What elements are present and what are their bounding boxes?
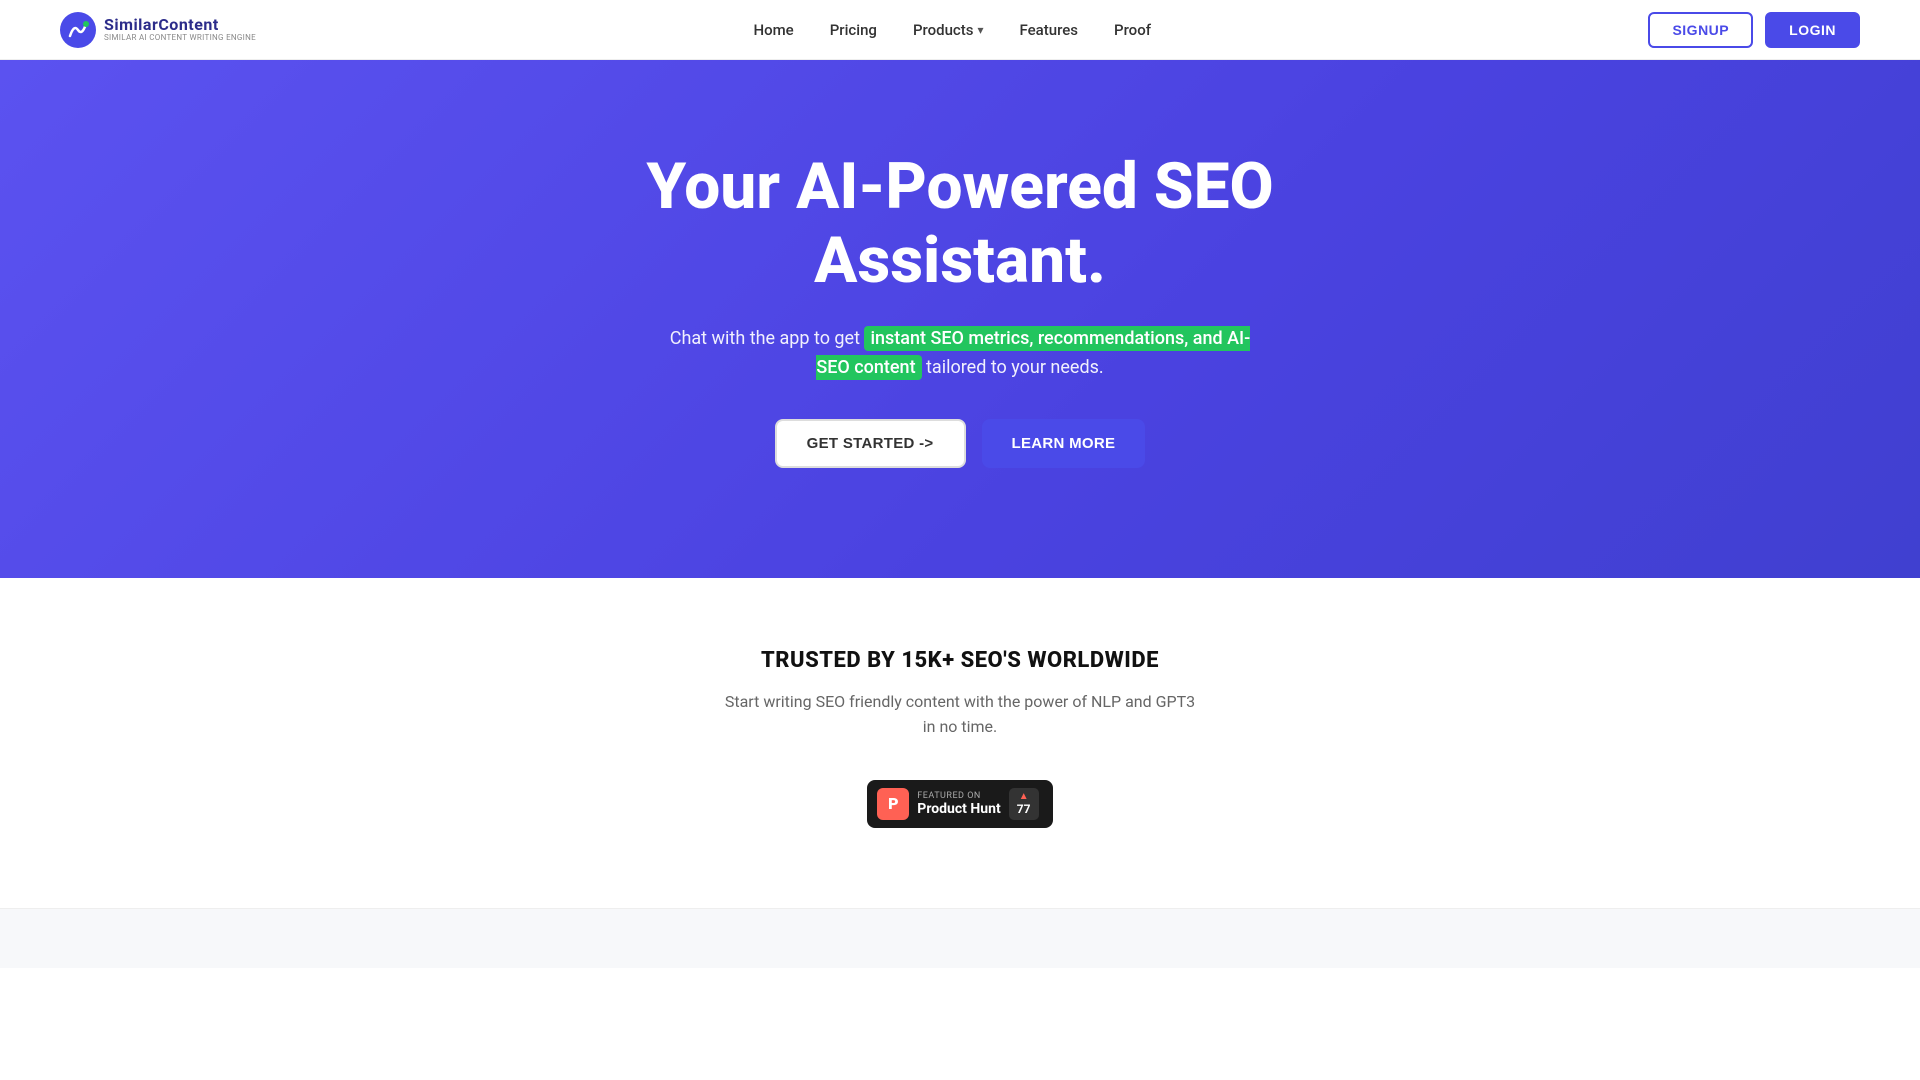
login-button[interactable]: LOGIN (1765, 12, 1860, 48)
nav-link-products[interactable]: Products (913, 21, 984, 39)
logo-text: SimilarContent SIMILAR AI CONTENT WRITIN… (104, 16, 256, 42)
nav-auth-buttons: SIGNUP LOGIN (1648, 12, 1860, 48)
logo-icon (60, 12, 96, 48)
trusted-subtext: Start writing SEO friendly content with … (710, 689, 1210, 740)
hero-subtitle-after: tailored to your needs. (922, 357, 1104, 378)
hero-cta-buttons: GET STARTED -> LEARN MORE (775, 419, 1146, 468)
learn-more-button[interactable]: LEARN MORE (982, 419, 1146, 468)
product-hunt-votes: ▲ 77 (1009, 788, 1039, 820)
navbar: SimilarContent SIMILAR AI CONTENT WRITIN… (0, 0, 1920, 60)
trusted-sub-line2: in no time. (923, 717, 997, 736)
nav-link-home[interactable]: Home (753, 21, 793, 39)
product-hunt-count: 77 (1017, 802, 1031, 816)
nav-link-pricing[interactable]: Pricing (830, 21, 877, 39)
trusted-section: TRUSTED BY 15K+ SEO'S WORLDWIDE Start wr… (0, 578, 1920, 908)
bottom-bar (0, 908, 1920, 968)
brand-name: SimilarContent (104, 16, 256, 34)
hero-subtitle: Chat with the app to get instant SEO met… (660, 325, 1260, 383)
product-hunt-badge[interactable]: P FEATURED ON Product Hunt ▲ 77 (867, 780, 1052, 828)
nav-item-features[interactable]: Features (1020, 20, 1078, 39)
logo[interactable]: SimilarContent SIMILAR AI CONTENT WRITIN… (60, 12, 256, 48)
trusted-sub-line1: Start writing SEO friendly content with … (725, 692, 1195, 711)
nav-item-proof[interactable]: Proof (1114, 20, 1151, 39)
signup-button[interactable]: SIGNUP (1648, 12, 1753, 48)
product-hunt-name: Product Hunt (917, 801, 1000, 817)
nav-item-products[interactable]: Products (913, 21, 984, 39)
nav-links: Home Pricing Products Features Proof (753, 20, 1151, 39)
nav-link-features[interactable]: Features (1020, 21, 1078, 39)
hero-title: Your AI-Powered SEO Assistant. (530, 150, 1390, 297)
product-hunt-featured-on: FEATURED ON (917, 791, 981, 801)
product-hunt-arrow: ▲ (1019, 792, 1029, 802)
get-started-button[interactable]: GET STARTED -> (775, 419, 966, 468)
nav-item-pricing[interactable]: Pricing (830, 20, 877, 39)
trusted-badges: P FEATURED ON Product Hunt ▲ 77 (20, 780, 1900, 828)
nav-link-proof[interactable]: Proof (1114, 21, 1151, 39)
brand-tagline: SIMILAR AI CONTENT WRITING ENGINE (104, 34, 256, 43)
product-hunt-text: FEATURED ON Product Hunt (917, 791, 1000, 817)
product-hunt-logo-icon: P (877, 788, 909, 820)
hero-subtitle-before: Chat with the app to get (670, 328, 865, 349)
nav-item-home[interactable]: Home (753, 20, 793, 39)
trusted-heading: TRUSTED BY 15K+ SEO'S WORLDWIDE (20, 648, 1900, 673)
hero-section: Your AI-Powered SEO Assistant. Chat with… (0, 60, 1920, 578)
